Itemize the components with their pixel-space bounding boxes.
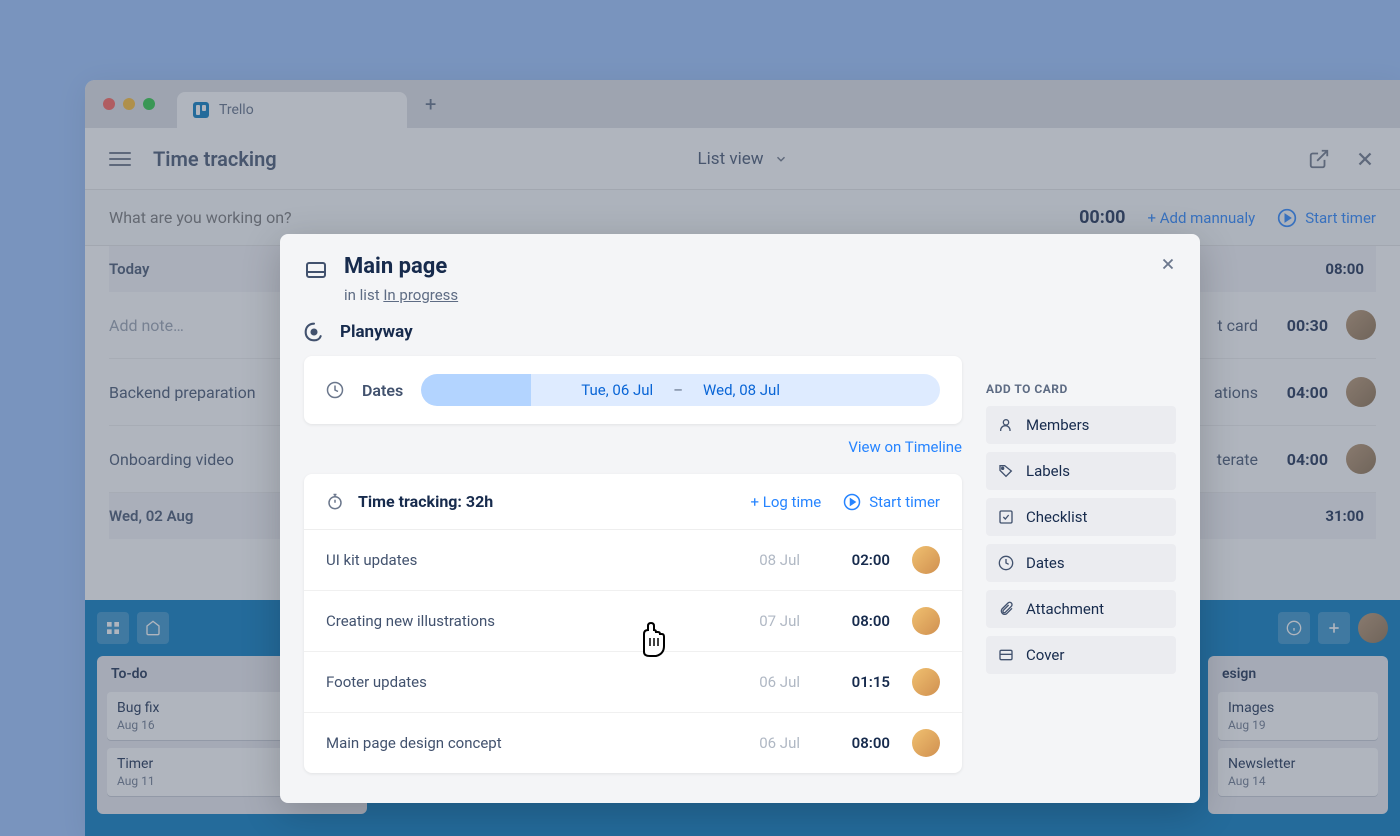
dates-panel: Dates Tue, 06 Jul – Wed, 08 Jul <box>304 356 962 424</box>
card-icon <box>998 647 1014 663</box>
time-tracking-header: Time tracking: 32h + Log time Start time… <box>304 474 962 530</box>
time-entry-row[interactable]: Footer updates 06 Jul 01:15 <box>304 652 962 713</box>
time-entry-duration: 01:15 <box>840 673 890 691</box>
dates-button-label: Dates <box>1026 554 1065 572</box>
time-entry-row[interactable]: UI kit updates 08 Jul 02:00 <box>304 530 962 591</box>
time-entry-date: 06 Jul <box>744 734 800 752</box>
date-end: Wed, 08 Jul <box>703 381 780 399</box>
avatar[interactable] <box>912 607 940 635</box>
user-icon <box>998 417 1014 433</box>
log-time-link[interactable]: + Log time <box>751 493 822 511</box>
time-entry-row[interactable]: Creating new illustrations 07 Jul 08:00 <box>304 591 962 652</box>
checklist-button[interactable]: Checklist <box>986 498 1176 536</box>
modal-header: Main page <box>304 254 1176 282</box>
time-entry-name: Creating new illustrations <box>326 612 744 630</box>
members-button[interactable]: Members <box>986 406 1176 444</box>
clock-icon <box>326 381 344 399</box>
modal-start-timer-button[interactable]: Start timer <box>843 493 940 511</box>
dates-button[interactable]: Dates <box>986 544 1176 582</box>
labels-label: Labels <box>1026 462 1070 480</box>
date-range-pill[interactable]: Tue, 06 Jul – Wed, 08 Jul <box>421 374 940 406</box>
time-entry-name: UI kit updates <box>326 551 744 569</box>
paperclip-icon <box>998 601 1014 617</box>
modal-title[interactable]: Main page <box>344 254 447 279</box>
time-tracking-label: Time tracking: 32h <box>358 492 737 511</box>
time-entry-date: 06 Jul <box>744 673 800 691</box>
checklist-icon <box>998 509 1014 525</box>
planyway-section-header: Planyway <box>304 322 962 342</box>
attachment-button[interactable]: Attachment <box>986 590 1176 628</box>
pointer-cursor-icon <box>636 620 672 660</box>
time-tracking-panel: Time tracking: 32h + Log time Start time… <box>304 474 962 773</box>
cover-label: Cover <box>1026 646 1064 664</box>
planyway-label: Planyway <box>340 322 413 342</box>
labels-button[interactable]: Labels <box>986 452 1176 490</box>
time-entry-duration: 02:00 <box>840 551 890 569</box>
avatar[interactable] <box>912 546 940 574</box>
view-timeline-link[interactable]: View on Timeline <box>304 438 962 456</box>
stopwatch-icon <box>326 493 344 511</box>
close-modal-button[interactable] <box>1156 252 1180 276</box>
card-modal: Main page in list In progress Planyway D… <box>280 234 1200 803</box>
modal-subtitle: in list In progress <box>344 286 1176 304</box>
list-link[interactable]: In progress <box>383 286 458 304</box>
planyway-icon <box>304 322 324 342</box>
avatar[interactable] <box>912 729 940 757</box>
checklist-label: Checklist <box>1026 508 1087 526</box>
cover-button[interactable]: Cover <box>986 636 1176 674</box>
dates-label: Dates <box>362 381 403 400</box>
subtitle-prefix: in list <box>344 286 383 304</box>
start-timer-label: Start timer <box>869 493 940 511</box>
clock-icon <box>998 555 1014 571</box>
modal-main: Planyway Dates Tue, 06 Jul – Wed, 08 Jul… <box>304 322 962 773</box>
modal-sidebar: ADD TO CARD Members Labels Checklist Dat… <box>986 322 1176 773</box>
date-separator: – <box>673 381 683 399</box>
members-label: Members <box>1026 416 1089 434</box>
time-entry-duration: 08:00 <box>840 734 890 752</box>
card-icon <box>304 258 328 282</box>
time-entry-row[interactable]: Main page design concept 06 Jul 08:00 <box>304 713 962 773</box>
modal-body: Planyway Dates Tue, 06 Jul – Wed, 08 Jul… <box>304 322 1176 773</box>
avatar[interactable] <box>912 668 940 696</box>
time-entry-date: 07 Jul <box>744 612 800 630</box>
date-start: Tue, 06 Jul <box>581 381 653 399</box>
sidebar-title: ADD TO CARD <box>986 382 1176 396</box>
tag-icon <box>998 463 1014 479</box>
time-entry-date: 08 Jul <box>744 551 800 569</box>
time-entry-name: Main page design concept <box>326 734 744 752</box>
time-entry-name: Footer updates <box>326 673 744 691</box>
play-circle-icon <box>843 493 861 511</box>
time-entry-duration: 08:00 <box>840 612 890 630</box>
attachment-label: Attachment <box>1026 600 1104 618</box>
